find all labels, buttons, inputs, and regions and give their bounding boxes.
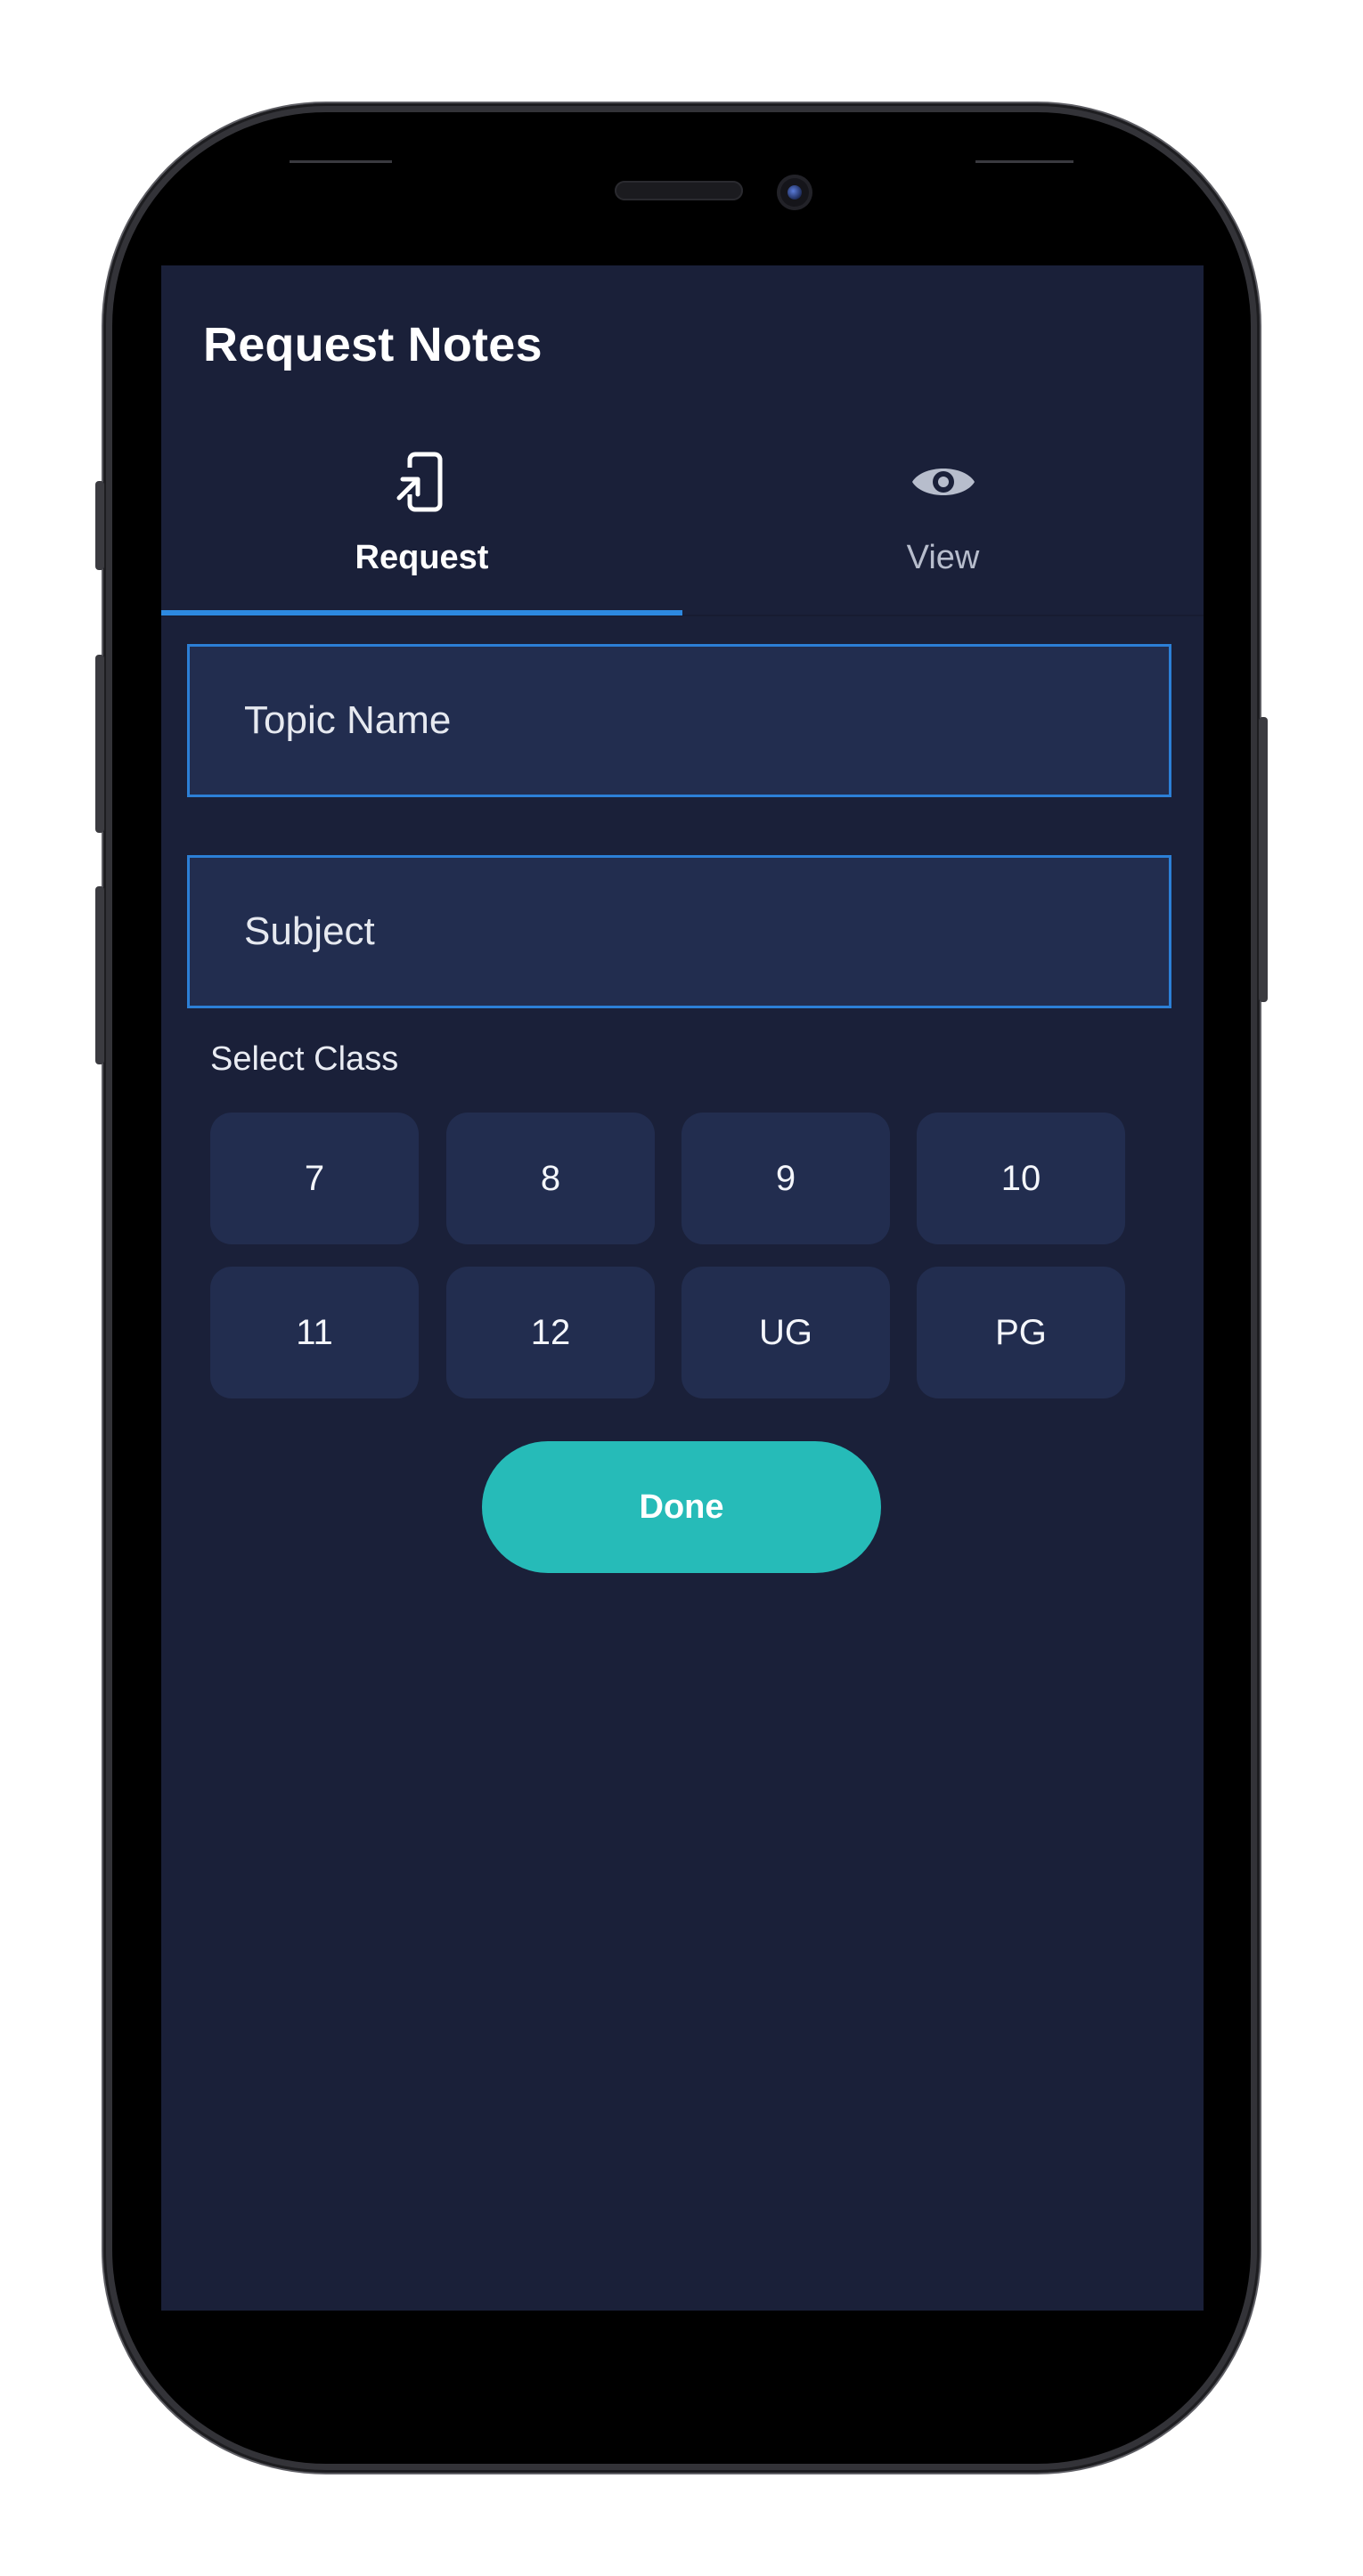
subject-input[interactable]: [190, 858, 1169, 1006]
device-mockup: Request Notes Request View Topic Name Su…: [0, 0, 1363, 2576]
tab-bar: Request View: [161, 430, 1204, 615]
tab-request[interactable]: Request: [161, 430, 682, 615]
class-button-7[interactable]: 7: [210, 1113, 419, 1244]
topic-name-input[interactable]: [190, 647, 1169, 795]
class-button-12[interactable]: 12: [446, 1267, 655, 1398]
class-button-9[interactable]: 9: [682, 1113, 890, 1244]
eye-icon: [682, 450, 1204, 514]
app-screen: Request Notes Request View Topic Name Su…: [161, 265, 1204, 2311]
antenna-band: [975, 160, 1073, 163]
subject-field[interactable]: [187, 855, 1171, 1008]
volume-down-button: [95, 886, 104, 1064]
tab-request-label: Request: [355, 539, 489, 576]
active-tab-indicator: [161, 610, 682, 615]
select-class-label: Select Class: [210, 1040, 399, 1078]
antenna-band: [290, 160, 392, 163]
class-button-ug[interactable]: UG: [682, 1267, 890, 1398]
phone-request-icon: [161, 450, 682, 514]
earpiece-speaker: [615, 181, 743, 200]
front-camera: [777, 175, 812, 210]
page-title: Request Notes: [203, 318, 543, 371]
tab-view[interactable]: View: [682, 430, 1204, 615]
class-button-11[interactable]: 11: [210, 1267, 419, 1398]
class-button-pg[interactable]: PG: [917, 1267, 1125, 1398]
class-button-10[interactable]: 10: [917, 1113, 1125, 1244]
power-button: [1259, 717, 1268, 1002]
topic-name-field[interactable]: [187, 644, 1171, 797]
volume-up-button: [95, 655, 104, 833]
tab-view-label: View: [906, 539, 980, 576]
done-button[interactable]: Done: [482, 1441, 881, 1573]
mute-switch: [95, 481, 104, 570]
class-button-8[interactable]: 8: [446, 1113, 655, 1244]
